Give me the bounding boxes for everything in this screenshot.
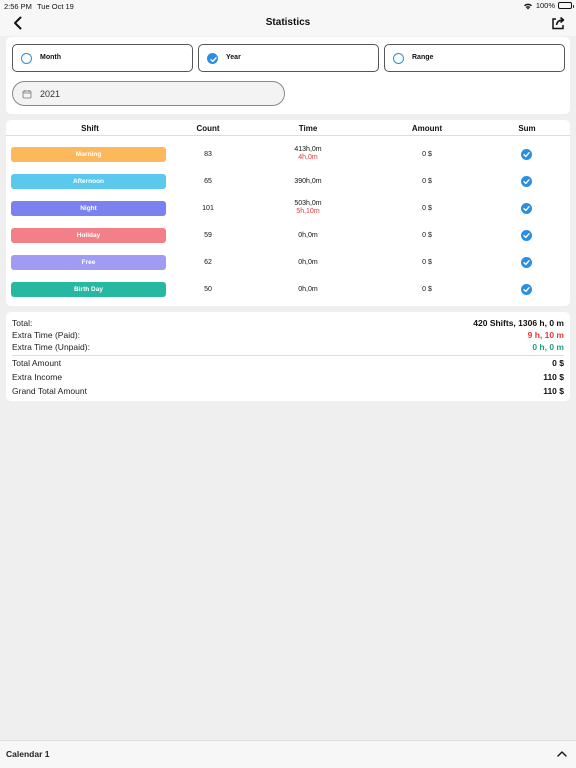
battery-percent: 100%: [535, 1, 555, 10]
grand-total-label: Grand Total Amount: [12, 386, 87, 396]
table-row: Birth Day 50 0h,0m 0 $: [6, 276, 570, 303]
table-row: Afternoon 65 390h,0m 0 $: [6, 168, 570, 195]
shift-time-cell: 503h,0m 5h,10m: [268, 200, 348, 215]
shift-time: 0h,0m: [298, 259, 318, 266]
option-month[interactable]: Month: [12, 44, 193, 72]
checkmark-icon: [523, 287, 530, 293]
status-date: Tue Oct 19: [37, 2, 74, 11]
extra-unpaid-value: 0 h, 0 m: [532, 342, 564, 352]
checkmark-icon: [523, 260, 530, 266]
total-value: 420 Shifts, 1306 h, 0 m: [473, 318, 564, 328]
shift-time: 0h,0m: [298, 232, 318, 239]
shift-time: 413h,0m: [294, 146, 322, 153]
status-right: 100%: [523, 1, 574, 10]
shift-time-cell: 0h,0m: [268, 259, 348, 266]
sum-checkbox[interactable]: [521, 284, 532, 295]
checkmark-icon: [523, 206, 530, 212]
checkmark-icon: [210, 57, 217, 63]
option-year[interactable]: Year: [198, 44, 379, 72]
nav-bar: Statistics: [0, 12, 576, 36]
shift-badge: Morning: [11, 147, 166, 162]
shift-badge: Holiday: [11, 228, 166, 243]
header-count: Count: [196, 124, 220, 133]
extra-unpaid-label: Extra Time (Unpaid):: [12, 342, 90, 352]
option-range-label: Range: [412, 54, 434, 61]
shift-badge: Free: [11, 255, 166, 270]
table-row: Holiday 59 0h,0m 0 $: [6, 222, 570, 249]
shift-count: 83: [204, 151, 212, 158]
checkmark-icon: [523, 233, 530, 239]
shift-count: 50: [204, 286, 212, 293]
header-shift: Shift: [81, 124, 99, 133]
radio-year[interactable]: [207, 53, 218, 64]
header-amount: Amount: [411, 124, 443, 133]
shift-time-cell: 0h,0m: [268, 286, 348, 293]
total-label: Total:: [12, 318, 33, 328]
total-amount-value: 0 $: [552, 358, 564, 368]
option-range[interactable]: Range: [384, 44, 565, 72]
shift-badge: Afternoon: [11, 174, 166, 189]
table-row: Morning 83 413h,0m 4h,0m 0 $: [6, 141, 570, 168]
calendar-name: Calendar 1: [6, 749, 50, 759]
checkmark-icon: [523, 152, 530, 158]
extra-income-label: Extra Income: [12, 372, 63, 382]
sum-checkbox[interactable]: [521, 230, 532, 241]
table-row: Free 62 0h,0m 0 $: [6, 249, 570, 276]
status-time: 2:56 PM: [4, 2, 32, 11]
shift-time-cell: 0h,0m: [268, 232, 348, 239]
shift-time: 390h,0m: [294, 178, 322, 185]
shift-count: 59: [204, 232, 212, 239]
sum-checkbox[interactable]: [521, 203, 532, 214]
header-sum: Sum: [518, 124, 536, 133]
option-month-label: Month: [40, 54, 61, 61]
battery-icon: [558, 2, 574, 9]
shift-badge: Night: [11, 201, 166, 216]
sum-checkbox[interactable]: [521, 149, 532, 160]
status-bar: 2:56 PM Tue Oct 19 100%: [0, 0, 576, 12]
grand-total-value: 110 $: [543, 386, 564, 396]
summary-card: Total: 420 Shifts, 1306 h, 0 m Extra Tim…: [6, 312, 570, 401]
shift-time-cell: 390h,0m: [268, 178, 348, 185]
checkmark-icon: [523, 179, 530, 185]
shift-count: 65: [204, 178, 212, 185]
table-row: Night 101 503h,0m 5h,10m 0 $: [6, 195, 570, 222]
date-value: 2021: [40, 89, 61, 99]
chevron-up-icon[interactable]: [556, 749, 568, 759]
shift-amount: 0 $: [422, 259, 432, 266]
calendar-selector-bar[interactable]: Calendar 1: [0, 740, 576, 768]
sum-checkbox[interactable]: [521, 257, 532, 268]
share-icon[interactable]: [550, 15, 566, 31]
extra-paid-value: 9 h, 10 m: [527, 330, 564, 340]
shift-table: Shift Count Time Amount Sum Morning 83 413…: [6, 120, 570, 306]
summary-divider: [12, 355, 564, 356]
radio-month[interactable]: [21, 53, 32, 64]
extra-paid-label: Extra Time (Paid):: [12, 330, 81, 340]
shift-amount: 0 $: [422, 205, 432, 212]
shift-amount: 0 $: [422, 286, 432, 293]
page-title: Statistics: [265, 17, 311, 28]
filter-card: Month Year Range 2021: [6, 37, 570, 114]
date-picker-field[interactable]: 2021: [12, 81, 285, 106]
sum-checkbox[interactable]: [521, 176, 532, 187]
shift-time: 0h,0m: [298, 286, 318, 293]
shift-amount: 0 $: [422, 178, 432, 185]
shift-extra-time: 5h,10m: [296, 208, 320, 215]
radio-range[interactable]: [393, 53, 404, 64]
wifi-icon: [523, 3, 532, 9]
shift-badge: Birth Day: [11, 282, 166, 297]
shift-count: 101: [202, 205, 214, 212]
total-amount-label: Total Amount: [12, 358, 62, 368]
table-header: Shift Count Time Amount Sum: [6, 124, 570, 136]
option-year-label: Year: [226, 54, 241, 61]
shift-amount: 0 $: [422, 151, 432, 158]
shift-amount: 0 $: [422, 232, 432, 239]
header-time: Time: [298, 124, 318, 133]
shift-time: 503h,0m: [294, 200, 322, 207]
calendar-icon: [22, 90, 32, 99]
extra-income-value: 110 $: [543, 372, 564, 382]
shift-time-cell: 413h,0m 4h,0m: [268, 146, 348, 161]
shift-count: 62: [204, 259, 212, 266]
shift-extra-time: 4h,0m: [298, 154, 318, 161]
